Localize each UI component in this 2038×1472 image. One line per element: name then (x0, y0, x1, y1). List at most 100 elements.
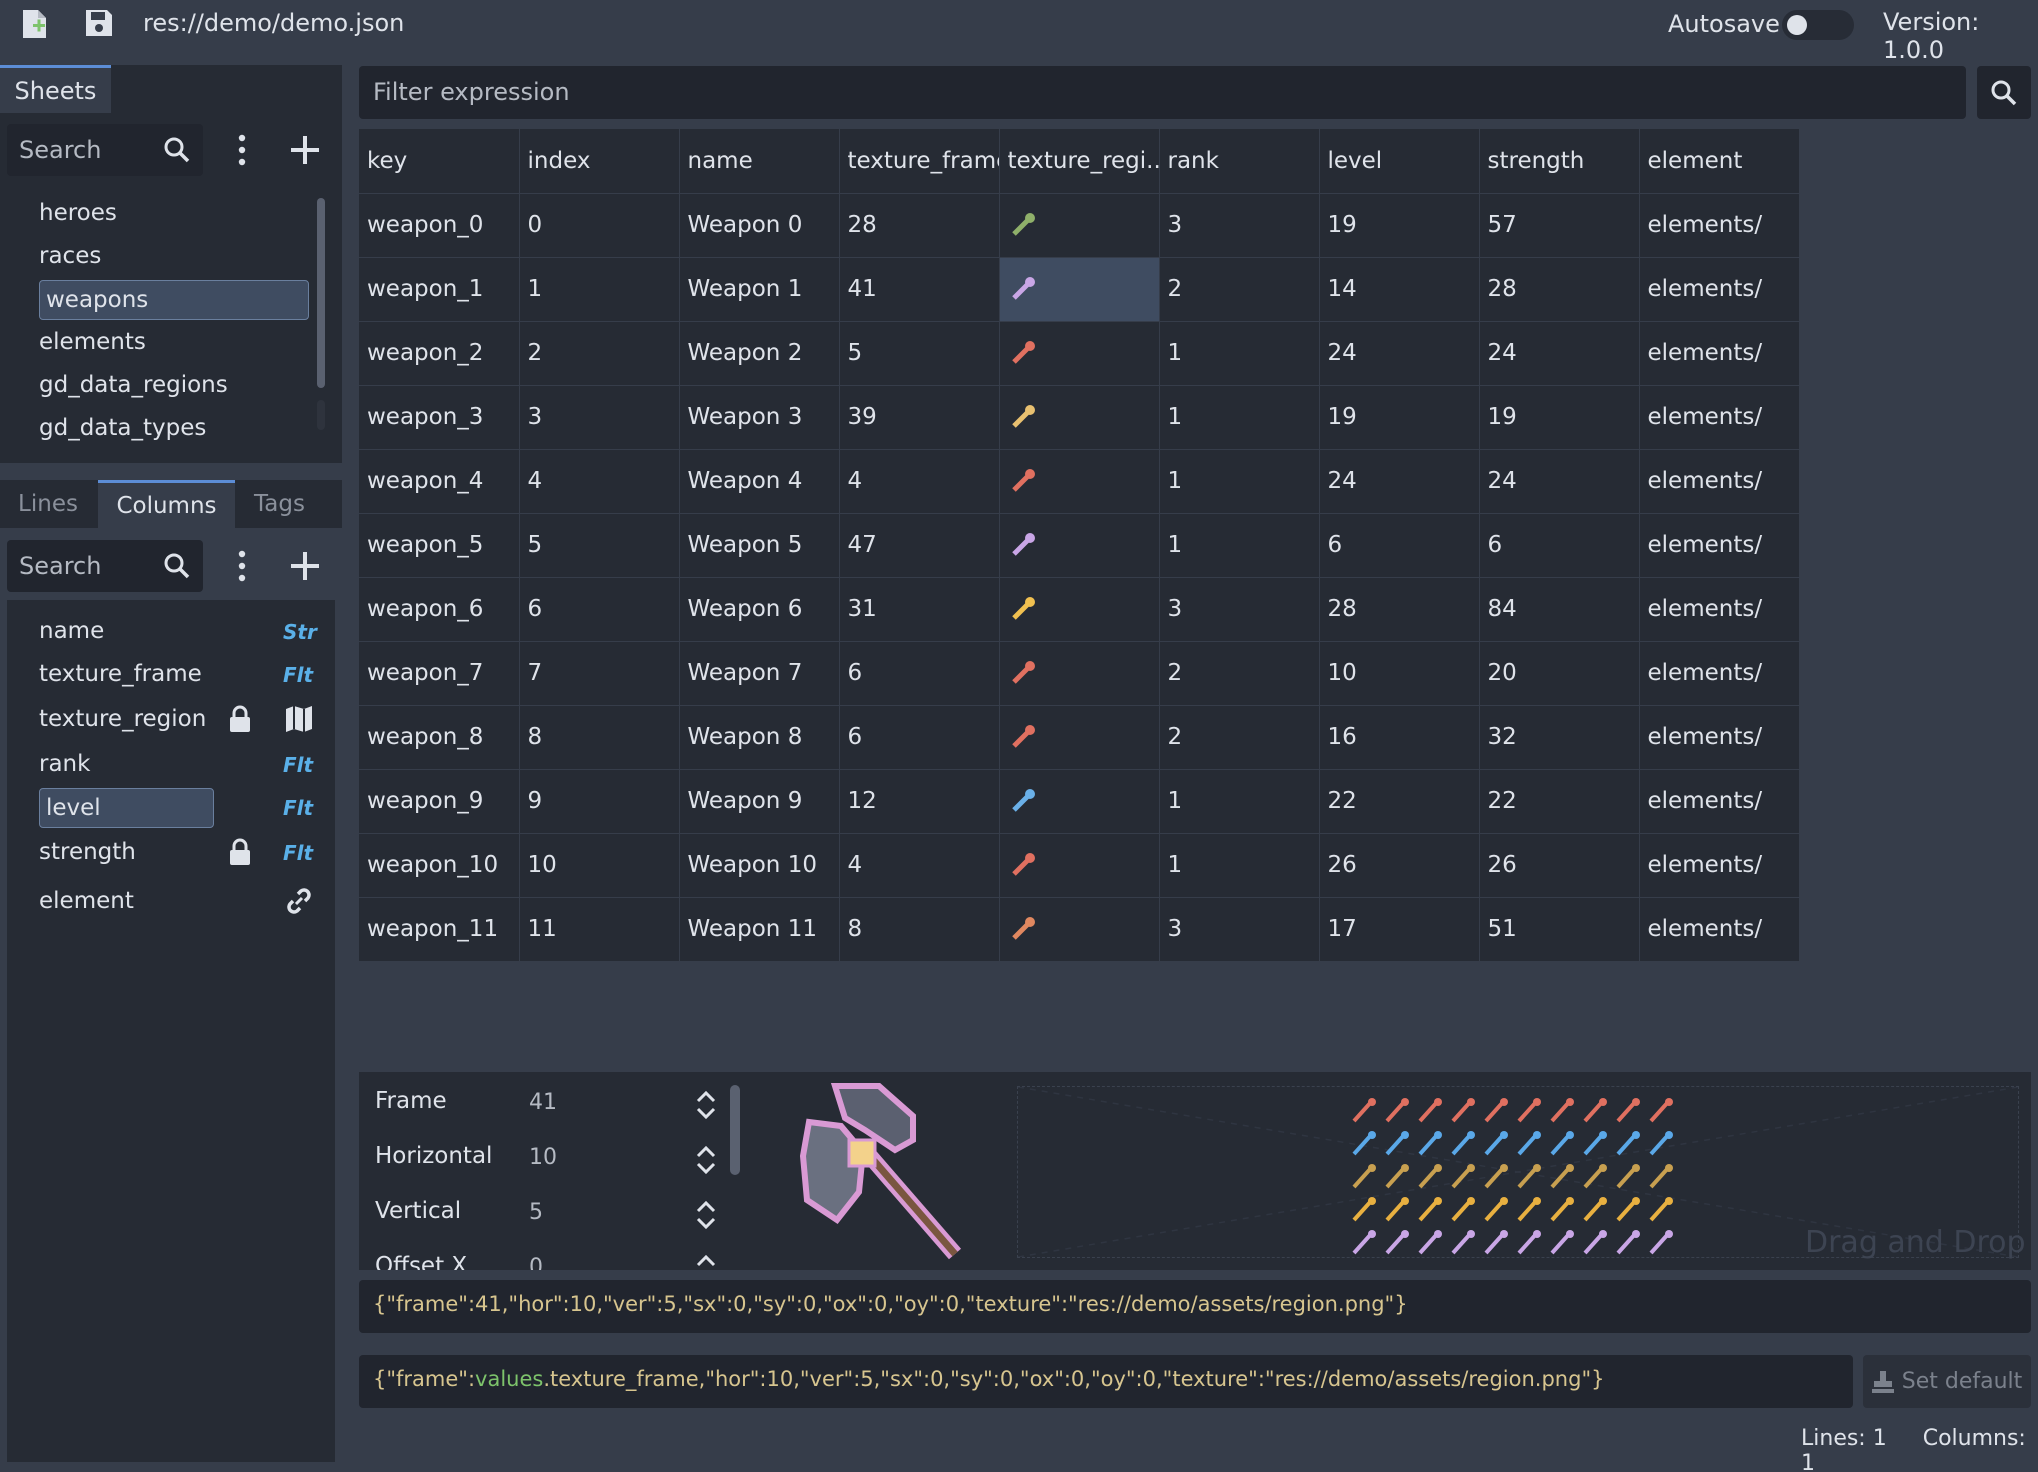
cell-texture-frame[interactable]: 4 (839, 449, 1000, 514)
cell-level[interactable]: 14 (1319, 257, 1480, 322)
cell-element[interactable]: elements/ (1639, 577, 1800, 642)
cell-key[interactable]: weapon_11 (359, 897, 520, 962)
tab-sheets[interactable]: Sheets (0, 65, 111, 113)
cell-key[interactable]: weapon_5 (359, 513, 520, 578)
horizontal-field[interactable]: 10 (529, 1145, 557, 1170)
cell-texture-region[interactable] (999, 513, 1160, 578)
cell-element[interactable]: elements/ (1639, 449, 1800, 514)
table-row[interactable]: weapon_7 7 Weapon 7 6 2 10 20 elements/ (359, 641, 1800, 706)
sheet-item-elements[interactable]: elements (39, 329, 146, 355)
sheet-item-gd-data-regions[interactable]: gd_data_regions (39, 372, 228, 398)
cell-texture-frame[interactable]: 47 (839, 513, 1000, 578)
cell-index[interactable]: 9 (519, 769, 680, 834)
cell-index[interactable]: 5 (519, 513, 680, 578)
cell-element[interactable]: elements/ (1639, 641, 1800, 706)
cell-texture-region[interactable] (999, 769, 1160, 834)
cell-key[interactable]: weapon_3 (359, 385, 520, 450)
table-row[interactable]: weapon_2 2 Weapon 2 5 1 24 24 elements/ (359, 321, 1800, 386)
cell-texture-frame[interactable]: 28 (839, 193, 1000, 258)
column-item-level[interactable]: level (39, 788, 214, 828)
atlas-drop-area[interactable]: Drag and Drop (1017, 1086, 2026, 1260)
cell-rank[interactable]: 3 (1159, 897, 1320, 962)
cell-element[interactable]: elements/ (1639, 705, 1800, 770)
table-row[interactable]: weapon_3 3 Weapon 3 39 1 19 19 elements/ (359, 385, 1800, 450)
cell-rank[interactable]: 1 (1159, 385, 1320, 450)
editor-scrollbar[interactable] (730, 1085, 740, 1175)
header-level[interactable]: level (1319, 129, 1480, 194)
cell-level[interactable]: 24 (1319, 449, 1480, 514)
header-name[interactable]: name (679, 129, 840, 194)
cell-texture-region[interactable] (999, 577, 1160, 642)
cell-index[interactable]: 8 (519, 705, 680, 770)
table-row[interactable]: weapon_4 4 Weapon 4 4 1 24 24 elements/ (359, 449, 1800, 514)
vertical-spinner-icon[interactable] (695, 1200, 717, 1230)
cell-strength[interactable]: 32 (1479, 705, 1640, 770)
new-file-icon[interactable] (20, 8, 50, 40)
cell-key[interactable]: weapon_7 (359, 641, 520, 706)
tab-lines[interactable]: Lines (0, 480, 96, 528)
column-item-strength[interactable]: strength (39, 839, 136, 865)
cell-texture-region[interactable] (999, 257, 1160, 322)
cell-element[interactable]: elements/ (1639, 385, 1800, 450)
cell-index[interactable]: 6 (519, 577, 680, 642)
cell-index[interactable]: 11 (519, 897, 680, 962)
cell-strength[interactable]: 24 (1479, 321, 1640, 386)
cell-name[interactable]: Weapon 4 (679, 449, 840, 514)
cell-element[interactable]: elements/ (1639, 257, 1800, 322)
cell-name[interactable]: Weapon 8 (679, 705, 840, 770)
table-row[interactable]: weapon_8 8 Weapon 8 6 2 16 32 elements/ (359, 705, 1800, 770)
sheet-item-gd-data-types[interactable]: gd_data_types (39, 415, 206, 441)
cell-texture-frame[interactable]: 4 (839, 833, 1000, 898)
cell-index[interactable]: 10 (519, 833, 680, 898)
tab-columns[interactable]: Columns (98, 480, 235, 528)
cell-texture-frame[interactable]: 6 (839, 641, 1000, 706)
cell-level[interactable]: 17 (1319, 897, 1480, 962)
cell-level[interactable]: 28 (1319, 577, 1480, 642)
cell-level[interactable]: 16 (1319, 705, 1480, 770)
cell-rank[interactable]: 1 (1159, 833, 1320, 898)
cell-key[interactable]: weapon_0 (359, 193, 520, 258)
cell-index[interactable]: 3 (519, 385, 680, 450)
column-item-element[interactable]: element (39, 888, 134, 914)
cell-element[interactable]: elements/ (1639, 897, 1800, 962)
cell-strength[interactable]: 20 (1479, 641, 1640, 706)
cell-rank[interactable]: 3 (1159, 577, 1320, 642)
cell-texture-region[interactable] (999, 321, 1160, 386)
cell-name[interactable]: Weapon 11 (679, 897, 840, 962)
cell-level[interactable]: 19 (1319, 193, 1480, 258)
table-row[interactable]: weapon_10 10 Weapon 10 4 1 26 26 elements/ (359, 833, 1800, 898)
json-value-field[interactable]: {"frame":41,"hor":10,"ver":5,"sx":0,"sy"… (359, 1280, 2031, 1333)
table-row[interactable]: weapon_9 9 Weapon 9 12 1 22 22 elements/ (359, 769, 1800, 834)
cell-texture-frame[interactable]: 8 (839, 897, 1000, 962)
frame-spinner-icon[interactable] (695, 1090, 717, 1120)
horizontal-spinner-icon[interactable] (695, 1145, 717, 1175)
header-texture-region[interactable]: texture_regi... (999, 129, 1160, 194)
cell-rank[interactable]: 2 (1159, 705, 1320, 770)
cell-rank[interactable]: 2 (1159, 641, 1320, 706)
cell-strength[interactable]: 24 (1479, 449, 1640, 514)
cell-element[interactable]: elements/ (1639, 193, 1800, 258)
cell-index[interactable]: 1 (519, 257, 680, 322)
frame-field[interactable]: 41 (529, 1090, 557, 1115)
offset-x-spinner-icon[interactable] (695, 1254, 717, 1270)
cell-level[interactable]: 6 (1319, 513, 1480, 578)
cell-index[interactable]: 4 (519, 449, 680, 514)
cell-rank[interactable]: 1 (1159, 513, 1320, 578)
cell-texture-region[interactable] (999, 385, 1160, 450)
cell-texture-frame[interactable]: 6 (839, 705, 1000, 770)
cell-key[interactable]: weapon_1 (359, 257, 520, 322)
cell-index[interactable]: 0 (519, 193, 680, 258)
cell-texture-region[interactable] (999, 449, 1160, 514)
cell-texture-frame[interactable]: 12 (839, 769, 1000, 834)
column-item-rank[interactable]: rank (39, 751, 90, 777)
column-menu-icon[interactable] (232, 548, 252, 584)
cell-strength[interactable]: 19 (1479, 385, 1640, 450)
column-item-texture-frame[interactable]: texture_frame (39, 661, 202, 687)
filter-expression-input[interactable]: Filter expression (359, 66, 1966, 119)
cell-strength[interactable]: 84 (1479, 577, 1640, 642)
cell-texture-frame[interactable]: 41 (839, 257, 1000, 322)
header-index[interactable]: index (519, 129, 680, 194)
table-row[interactable]: weapon_11 11 Weapon 11 8 3 17 51 elements/ (359, 897, 1800, 962)
cell-texture-region[interactable] (999, 833, 1160, 898)
cell-level[interactable]: 24 (1319, 321, 1480, 386)
